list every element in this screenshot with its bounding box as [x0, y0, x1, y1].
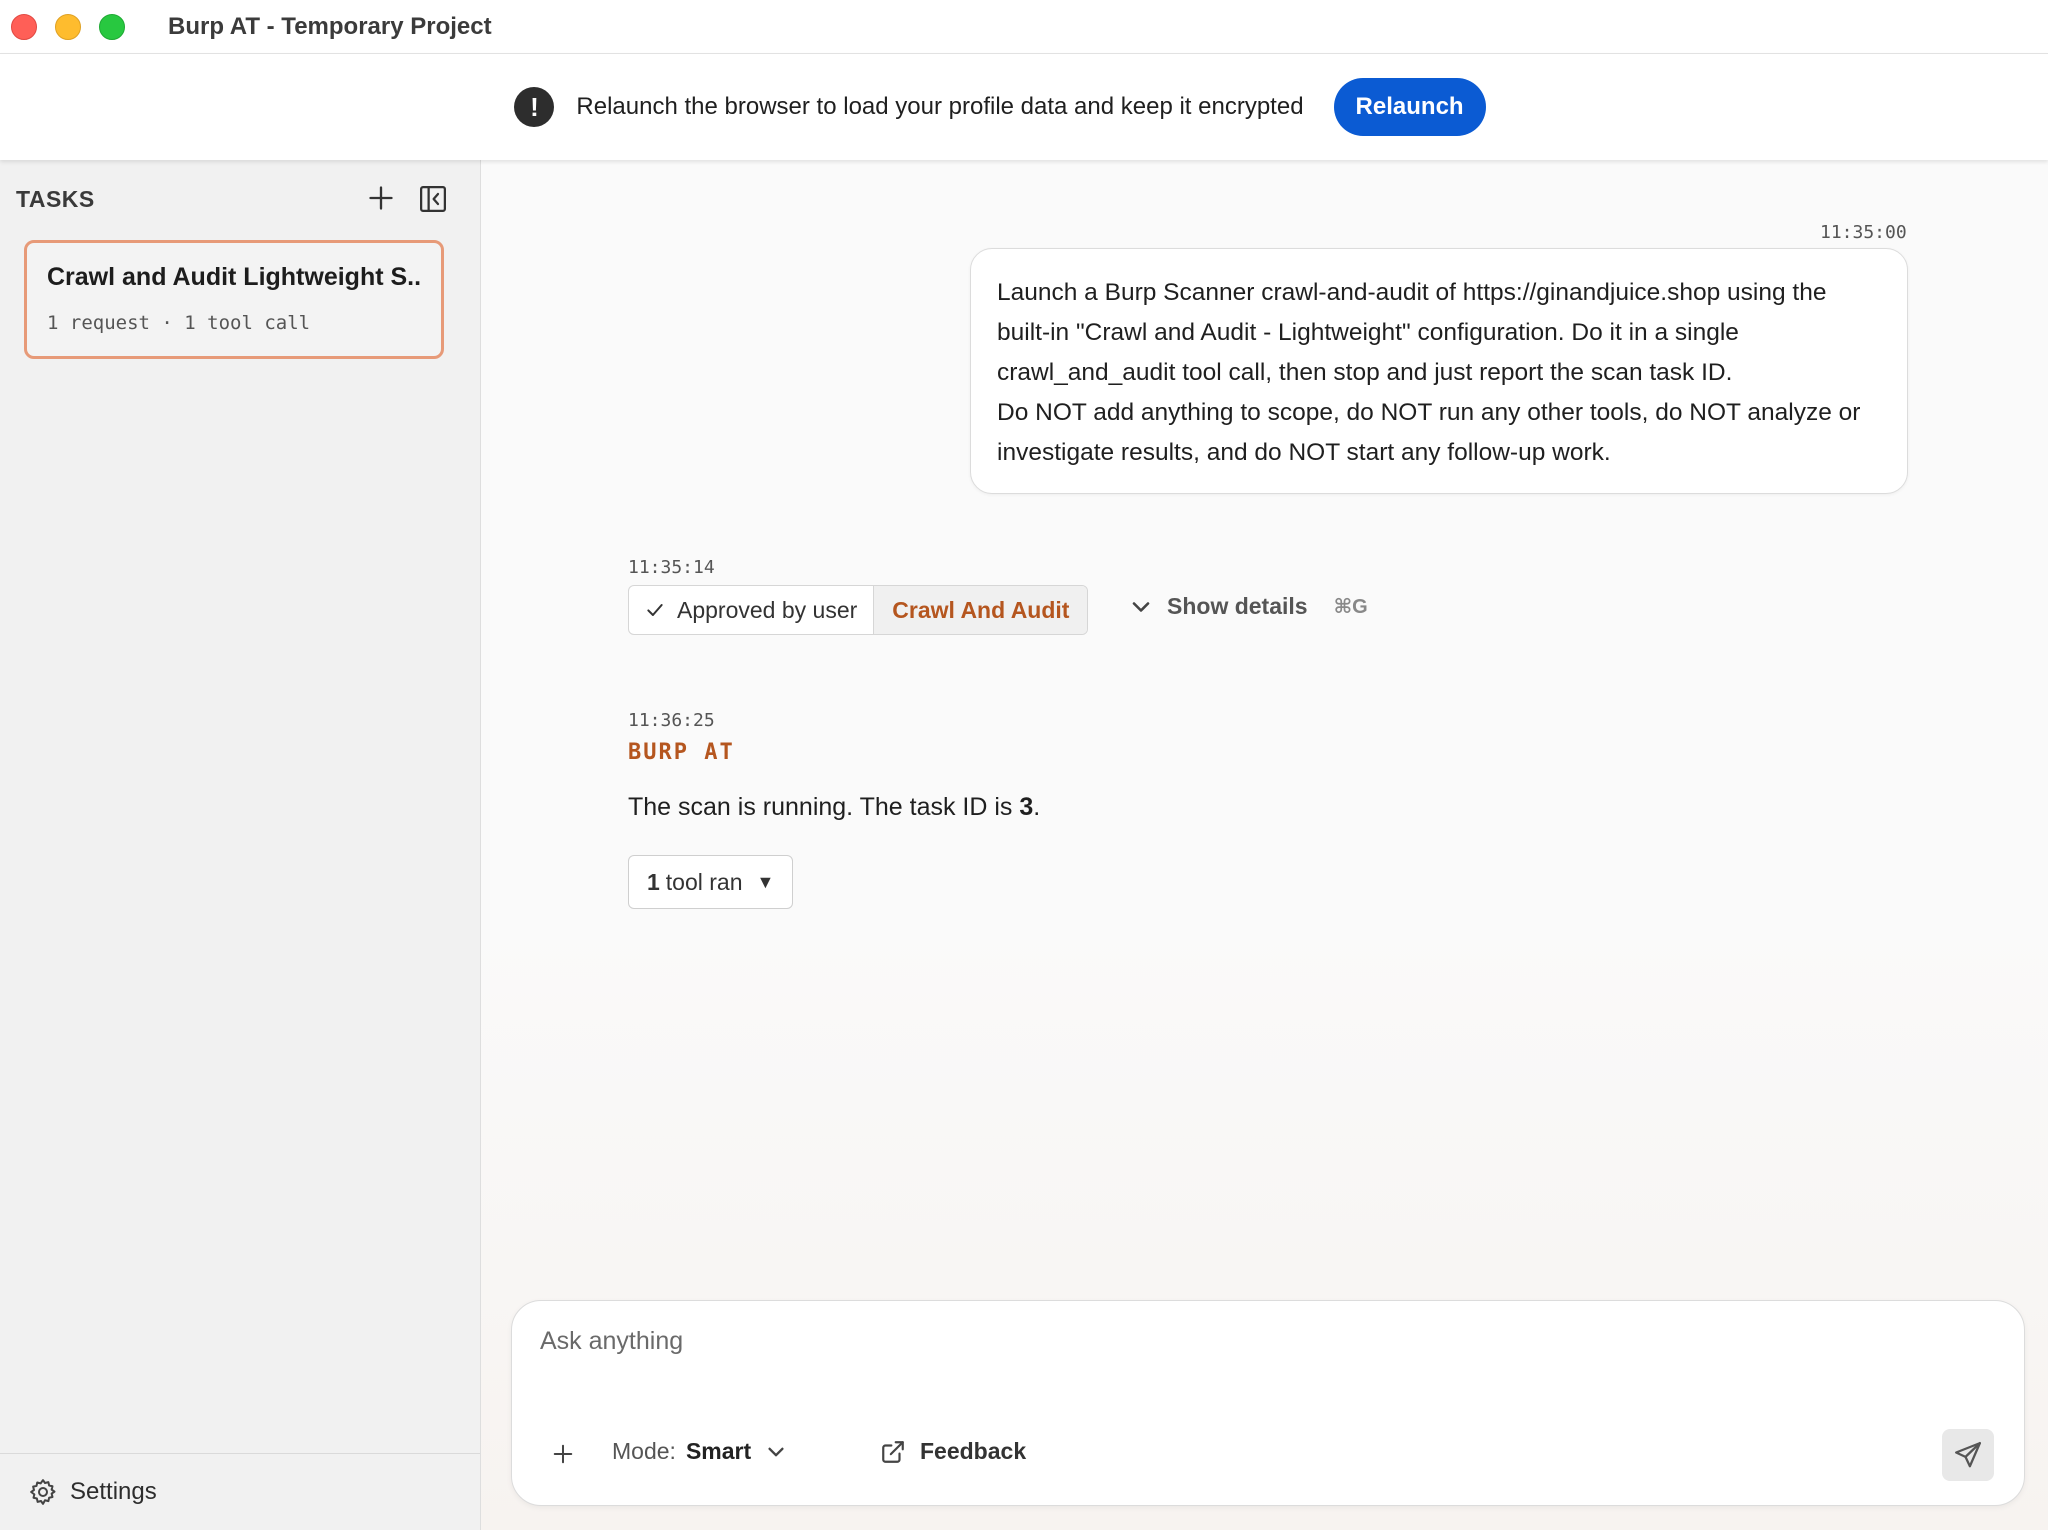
user-message-line: built-in "Crawl and Audit - Lightweight"…	[997, 319, 1739, 346]
tool-name-chip: Crawl And Audit	[874, 586, 1088, 634]
task-card-active[interactable]: Crawl and Audit Lightweight S... 1 reque…	[24, 240, 444, 359]
window-title: Burp AT - Temporary Project	[168, 12, 492, 40]
relaunch-banner: ! Relaunch the browser to load your prof…	[0, 54, 2048, 160]
tool-call-timestamp: 11:35:14	[628, 557, 715, 578]
tools-count: 1	[647, 868, 660, 895]
send-button[interactable]	[1942, 1429, 1994, 1481]
user-message-line: investigate results, and do NOT start an…	[997, 439, 1611, 466]
user-message-line: crawl_and_audit tool call, then stop and…	[997, 359, 1733, 386]
user-message-line: Do NOT add anything to scope, do NOT run…	[997, 399, 1861, 426]
shortcut-hint: ⌘G	[1333, 596, 1368, 618]
title-bar: Burp AT - Temporary Project	[0, 0, 2048, 54]
exclamation-icon: !	[514, 87, 555, 127]
tasks-sidebar: TASKS Crawl and Audit Lightweight S... 1…	[0, 160, 481, 1530]
feedback-link[interactable]: Feedback	[880, 1438, 1026, 1465]
attach-plus-icon[interactable]	[552, 1443, 574, 1465]
triangle-down-icon: ▼	[756, 871, 775, 892]
show-details-toggle[interactable]: Show details ⌘G	[1129, 593, 1368, 620]
mode-value: Smart	[685, 1438, 752, 1464]
minimize-window-button[interactable]	[55, 13, 81, 40]
show-details-label: Show details	[1167, 593, 1308, 619]
mode-selector[interactable]: Mode: Smart	[612, 1438, 787, 1465]
chevron-down-icon	[1132, 601, 1150, 612]
user-message-line: Launch a Burp Scanner crawl-and-audit of…	[997, 279, 1827, 306]
gear-icon	[30, 1479, 56, 1505]
tool-call-status: Approved by user Crawl And Audit	[628, 585, 1089, 635]
close-window-button[interactable]	[11, 13, 37, 40]
task-title: Crawl and Audit Lightweight S...	[47, 263, 421, 291]
tasks-header: TASKS	[16, 186, 95, 212]
agent-message-end: .	[1033, 793, 1041, 821]
chevron-down-icon	[768, 1447, 784, 1456]
task-meta: 1 request · 1 tool call	[47, 312, 311, 334]
task-id-value: 3	[1019, 793, 1034, 821]
settings-label: Settings	[70, 1478, 157, 1505]
agent-name: BURP AT	[628, 740, 735, 765]
agent-message: The scan is running. The task ID is 3.	[628, 793, 1040, 822]
composer: Mode: Smart Feedback	[511, 1300, 2025, 1506]
tools-label: tool ran	[665, 868, 743, 895]
send-icon	[1955, 1442, 1981, 1468]
tools-ran-dropdown[interactable]: 1 tool ran ▼	[628, 855, 794, 909]
collapse-sidebar-icon[interactable]	[418, 184, 448, 214]
conversation-panel: 11:35:00 Launch a Burp Scanner crawl-and…	[481, 160, 2048, 1530]
ask-input[interactable]	[540, 1327, 1940, 1356]
relaunch-button[interactable]: Relaunch	[1333, 78, 1486, 136]
agent-message-text: The scan is running. The task ID is	[628, 793, 1020, 821]
approval-badge: Approved by user	[629, 586, 875, 634]
banner-message: Relaunch the browser to load your profil…	[576, 93, 1304, 120]
agent-reply-timestamp: 11:36:25	[628, 710, 715, 731]
feedback-label: Feedback	[920, 1438, 1027, 1464]
settings-button[interactable]: Settings	[0, 1453, 480, 1530]
maximize-window-button[interactable]	[99, 13, 125, 40]
window-controls	[11, 13, 125, 40]
mode-label: Mode:	[612, 1438, 676, 1464]
external-link-icon	[882, 1440, 904, 1463]
user-message-timestamp: 11:35:00	[1820, 222, 1907, 243]
check-icon	[647, 604, 663, 616]
user-message-bubble: Launch a Burp Scanner crawl-and-audit of…	[970, 248, 1908, 494]
plus-icon[interactable]	[367, 184, 395, 212]
approval-label: Approved by user	[677, 596, 858, 623]
